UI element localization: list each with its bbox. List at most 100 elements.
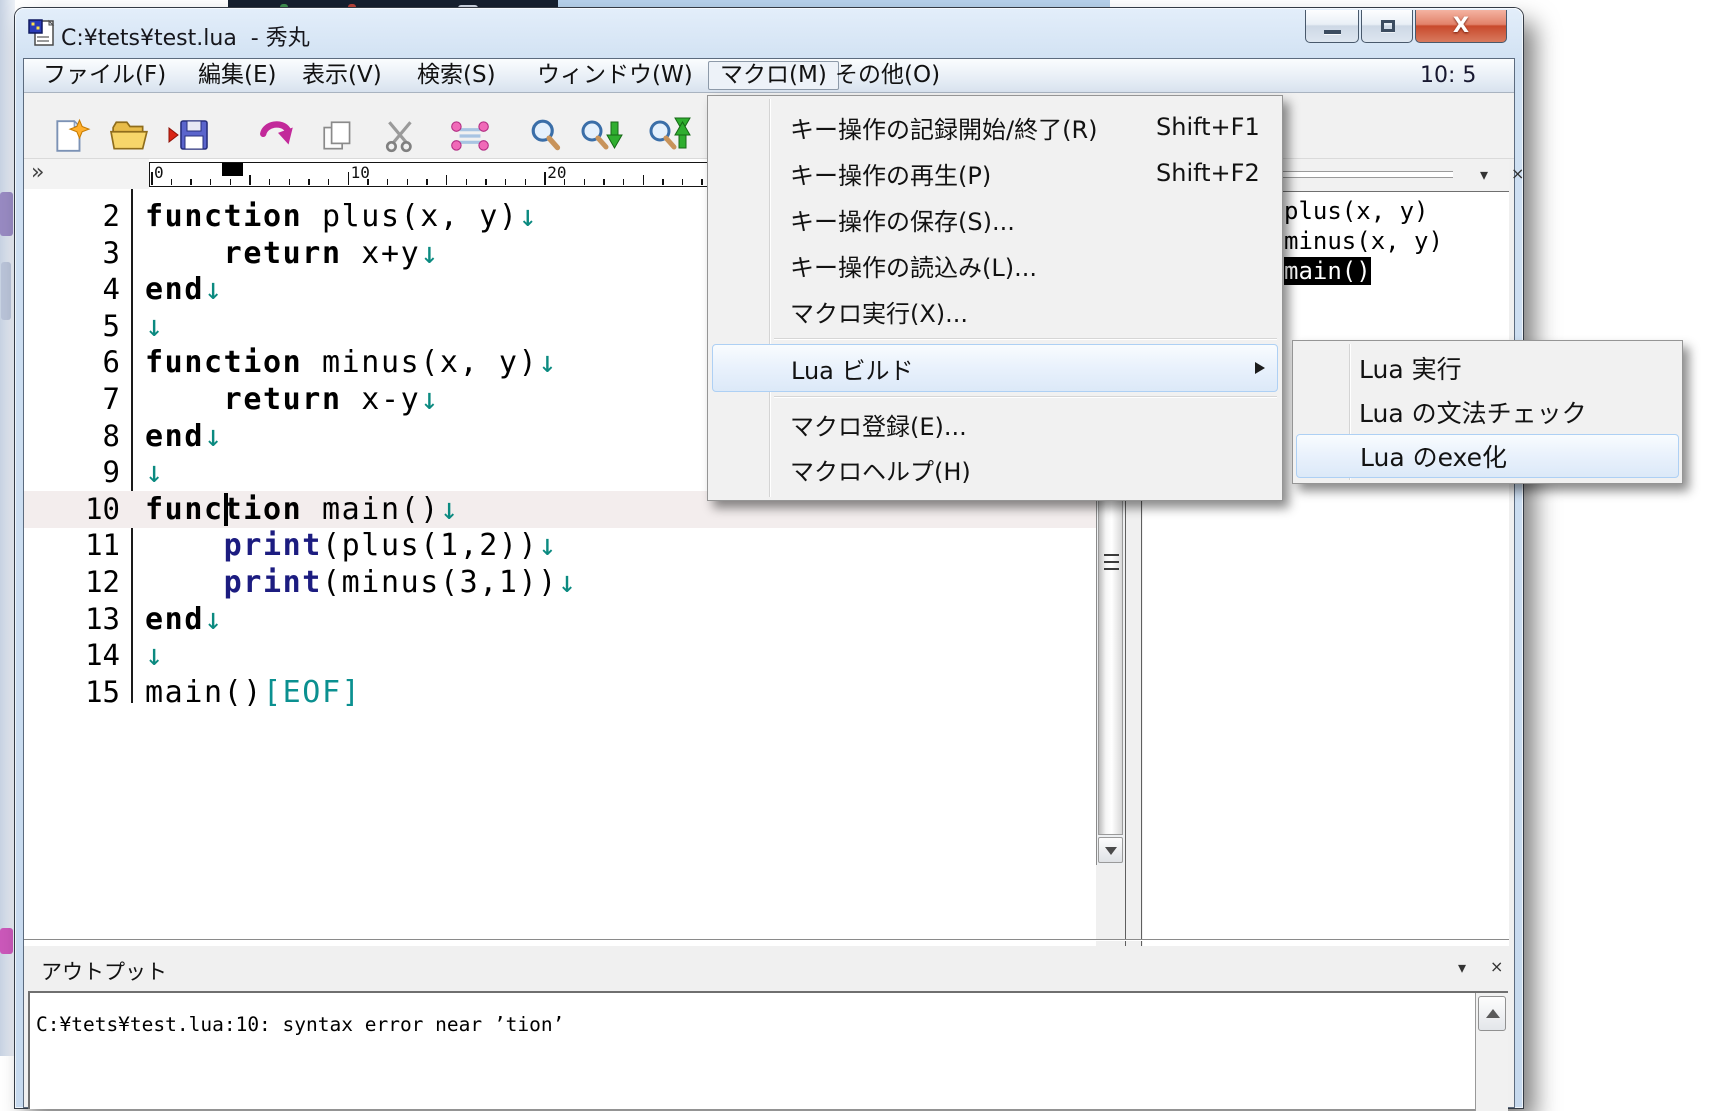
titlebar[interactable]: C:¥tets¥test.lua - 秀丸 X (15, 8, 1523, 58)
close-icon: X (1416, 13, 1506, 37)
menu-item-shortcut: Shift+F2 (1156, 159, 1260, 187)
find-next-down-icon[interactable] (579, 117, 625, 155)
cut-icon[interactable] (379, 117, 425, 155)
menu-item-label: キー操作の読込み(L)... (790, 248, 1037, 283)
ruler-tick (466, 179, 468, 186)
output-content[interactable]: C:¥tets¥test.lua:10: syntax error near ’… (28, 991, 1508, 1109)
ruler-tick (210, 179, 212, 186)
macro-menu-item-3[interactable]: キー操作の読込み(L)... (708, 242, 1282, 288)
line-text: ↓ (145, 455, 165, 490)
close-button[interactable]: X (1415, 10, 1507, 43)
outline-close-button[interactable]: × (1511, 165, 1524, 183)
submenu-arrow-icon (1255, 362, 1265, 374)
menubar-item-6[interactable]: その他(O) (831, 59, 944, 92)
scrollbar-down-button[interactable] (1098, 837, 1123, 863)
desktop-fragment (1, 262, 11, 320)
macro-menu-item-0[interactable]: キー操作の記録開始/終了(R) Shift+F1 (708, 104, 1282, 150)
menubar-item-0[interactable]: ファイル(F) (39, 59, 170, 92)
ruler-tick (662, 179, 664, 186)
scrollbar-grip-icon (1104, 554, 1119, 571)
minimize-icon (1324, 30, 1341, 34)
macro-menu-item-1[interactable]: キー操作の再生(P)Shift+F2 (708, 150, 1282, 196)
lua-submenu-item-1[interactable]: Lua の文法チェック (1293, 390, 1682, 434)
line-text: ↓ (145, 309, 165, 344)
menubar-item-5[interactable]: マクロ(M) (708, 61, 839, 90)
ruler-tick (328, 179, 330, 186)
line-text: end↓ (145, 419, 224, 454)
menubar-item-2[interactable]: 表示(V) (298, 59, 386, 92)
code-line-13: 13end↓ (24, 601, 1096, 638)
menu-item-label: キー操作の保存(S)... (790, 202, 1015, 237)
output-scrollbar[interactable] (1475, 993, 1508, 1111)
menu-separator (708, 392, 1282, 402)
menubar-item-4[interactable]: ウィンドウ(W) (533, 59, 697, 92)
menu-item-label: キー操作の記録開始/終了(R) (790, 110, 1098, 145)
line-text: print(minus(3,1))↓ (145, 565, 578, 600)
ruler-tick (269, 179, 271, 186)
line-text: end↓ (145, 272, 224, 307)
desktop-fragment (0, 928, 13, 954)
cursor-position-indicator: 10: 5 (1420, 59, 1476, 92)
output-title: アウトプット (41, 956, 167, 986)
ruler-tick (584, 179, 586, 186)
menu-item-label: Lua のexe化 (1360, 438, 1507, 474)
fold-margin-button[interactable]: » (31, 160, 44, 185)
menu-item-label: マクロ登録(E)... (790, 407, 967, 442)
lua-submenu-item-0[interactable]: Lua 実行 (1293, 346, 1682, 390)
lua-submenu-item-2[interactable]: Lua のexe化 (1296, 434, 1679, 478)
open-folder-icon[interactable] (107, 117, 153, 155)
paste-special-icon[interactable] (447, 117, 493, 155)
ruler-tick (446, 175, 448, 185)
menubar-item-3[interactable]: 検索(S) (413, 59, 500, 92)
line-text: end↓ (145, 602, 224, 637)
arrow-down-icon (1105, 847, 1117, 855)
line-number: 8 (24, 418, 120, 455)
macro-menu-item-8[interactable]: マクロ登録(E)... (708, 402, 1282, 447)
find-next-up-icon[interactable] (647, 117, 693, 155)
lua-build-submenu: Lua 実行Lua の文法チェック Lua のexe化 (1292, 340, 1683, 484)
line-number: 6 (24, 344, 120, 381)
ruler-tick (623, 179, 625, 186)
line-number: 3 (24, 235, 120, 272)
ruler-tick (426, 179, 428, 186)
menubar-item-1[interactable]: 編集(E) (194, 59, 280, 92)
macro-menu-item-4[interactable]: マクロ実行(X)... (708, 288, 1282, 334)
menu-item-shortcut: Shift+F1 (1156, 113, 1260, 141)
ruler-label-10: 10 (351, 163, 370, 182)
maximize-button[interactable] (1361, 10, 1413, 43)
code-line-15: 15main()[EOF] (24, 674, 1096, 711)
save-file-icon[interactable] (167, 117, 213, 155)
menu-bar: 10: 5 ファイル(F) 編集(E) 表示(V) 検索(S) ウィンドウ(W) マクロ(… (24, 59, 1514, 93)
output-splitter[interactable] (24, 939, 1509, 941)
output-header: アウトプット ▾ × (24, 949, 1509, 991)
output-close-button[interactable]: × (1490, 958, 1503, 976)
output-menu-button[interactable]: ▾ (1458, 959, 1466, 977)
macro-menu-item-2[interactable]: キー操作の保存(S)... (708, 196, 1282, 242)
line-text: main()[EOF] (145, 675, 361, 710)
minimize-button[interactable] (1305, 10, 1359, 43)
ruler-corner: » (24, 159, 149, 189)
macro-menu-item-9[interactable]: マクロヘルプ(H) (708, 447, 1282, 492)
outline-menu-button[interactable]: ▾ (1480, 166, 1488, 184)
ruler-tick (289, 179, 291, 186)
new-file-icon[interactable] (47, 117, 93, 155)
copy-icon[interactable] (316, 117, 362, 155)
ruler-tick (485, 179, 487, 186)
ruler-label-0: 0 (154, 163, 164, 182)
line-text: function main()↓ (145, 492, 460, 527)
window-title: C:¥tets¥test.lua - 秀丸 (61, 20, 310, 52)
line-number: 4 (24, 271, 120, 308)
output-scroll-up-button[interactable] (1478, 996, 1506, 1031)
find-icon[interactable] (525, 117, 571, 155)
ruler-label-20: 20 (547, 163, 566, 182)
undo-icon[interactable] (255, 117, 301, 155)
line-number: 14 (24, 637, 120, 674)
text-caret (224, 493, 228, 526)
ruler-tick (407, 179, 409, 186)
line-text: return x-y↓ (145, 382, 440, 417)
macro-menu-item-6[interactable]: Lua ビルド (712, 344, 1278, 392)
line-text: ↓ (145, 638, 165, 673)
output-error-text: C:¥tets¥test.lua:10: syntax error near ’… (36, 1013, 564, 1036)
menu-separator (708, 334, 1282, 344)
macro-menu: キー操作の記録開始/終了(R) Shift+F1 キー操作の再生(P)Shift+F… (707, 95, 1283, 501)
